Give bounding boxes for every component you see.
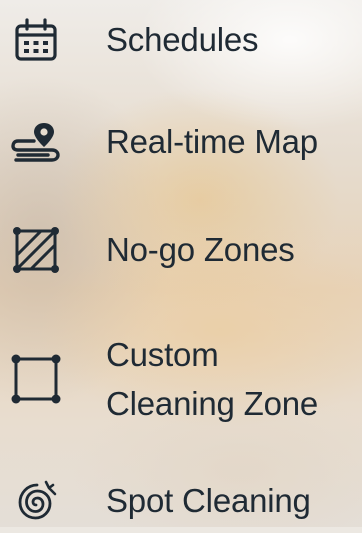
- calendar-icon: [6, 10, 66, 70]
- route-map-pin-icon: [6, 112, 66, 172]
- menu-item-no-go-zones[interactable]: No-go Zones: [0, 222, 362, 278]
- custom-zone-icon: [6, 349, 66, 409]
- spiral-icon: [6, 473, 66, 533]
- menu-item-real-time-map[interactable]: Real-time Map: [0, 114, 362, 170]
- menu-item-label: Schedules: [106, 21, 259, 58]
- menu-item-label: Spot Cleaning: [106, 482, 311, 519]
- hatched-zone-icon: [6, 220, 66, 280]
- menu-item-label-line1: Custom: [106, 336, 219, 373]
- menu-item-label: Real-time Map: [106, 123, 318, 160]
- menu-item-label: Custom Cleaning Zone: [106, 330, 318, 428]
- feature-menu: Schedules Real-time Map No-go Zones Cust…: [0, 0, 362, 527]
- menu-item-schedules[interactable]: Schedules: [0, 12, 362, 68]
- menu-item-custom-cleaning-zone[interactable]: Custom Cleaning Zone: [0, 330, 362, 428]
- menu-item-label: No-go Zones: [106, 231, 295, 268]
- menu-item-label-line2: Cleaning Zone: [106, 385, 319, 422]
- menu-item-spot-cleaning[interactable]: Spot Cleaning: [0, 476, 362, 532]
